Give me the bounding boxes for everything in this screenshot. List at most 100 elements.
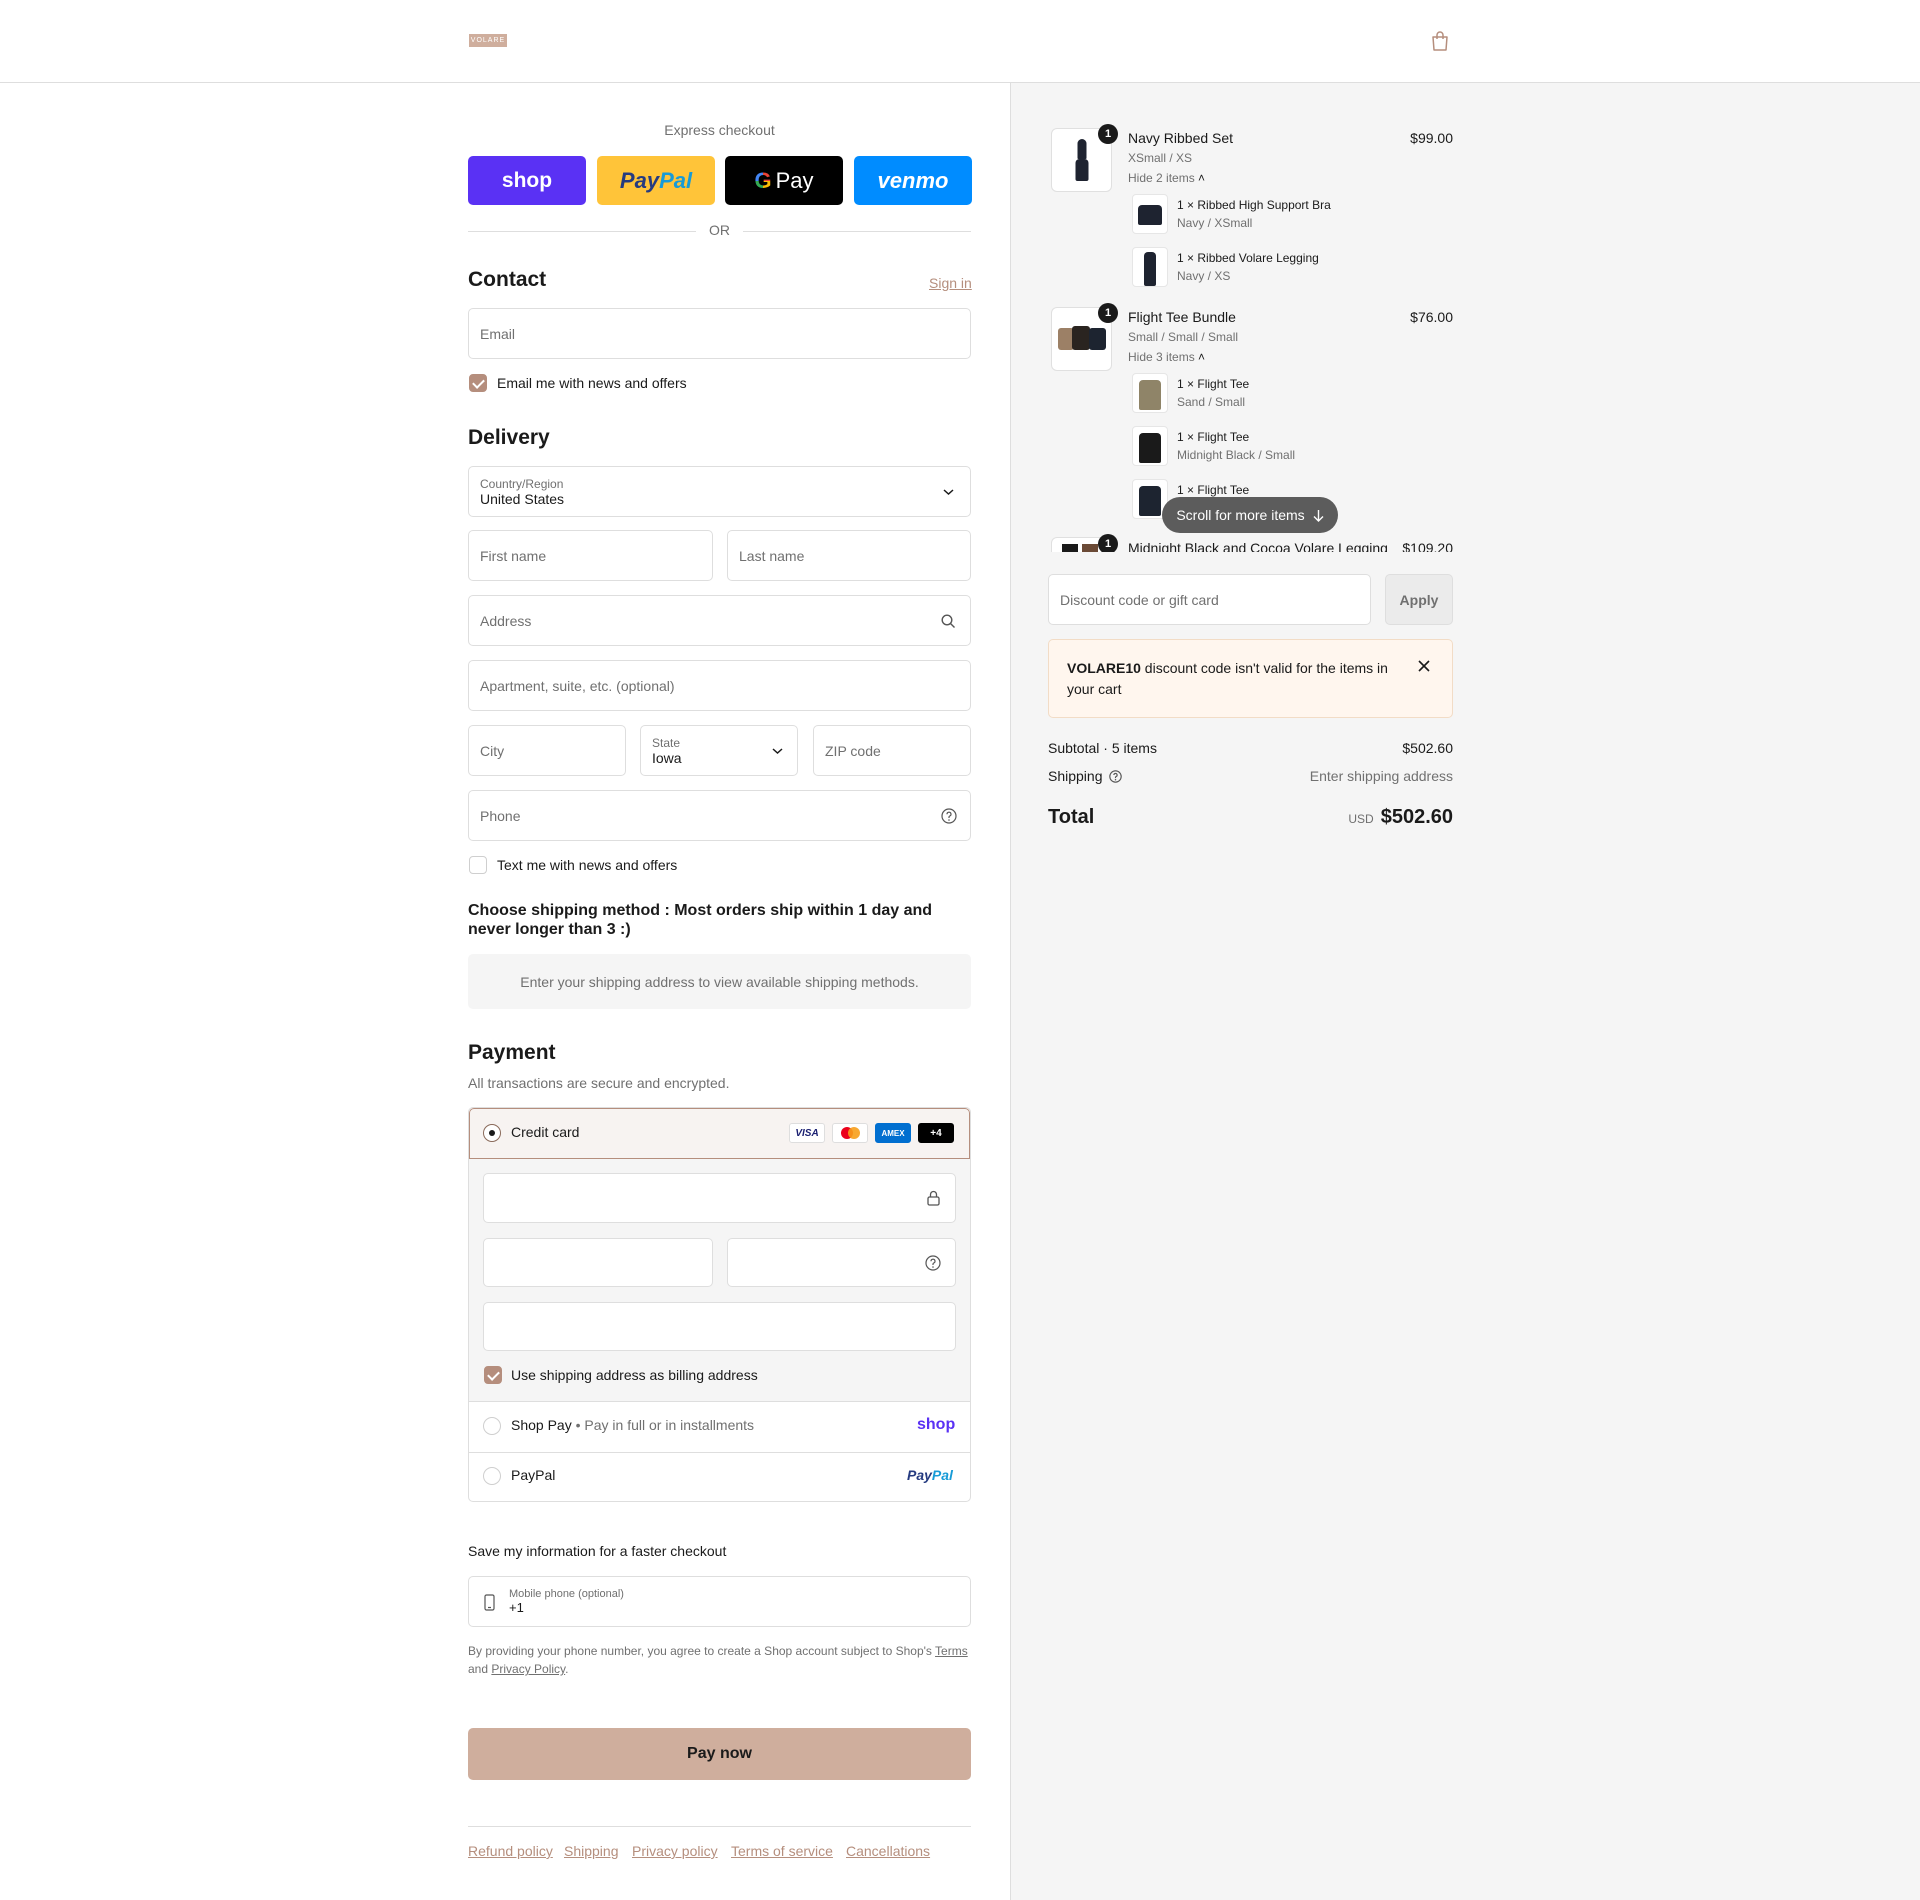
- lock-icon: [927, 1190, 940, 1206]
- help-circle-icon[interactable]: [1108, 769, 1122, 783]
- apartment-field[interactable]: Apartment, suite, etc. (optional): [468, 660, 971, 711]
- order-items-list[interactable]: 1 Navy Ribbed Set $99.00 XSmall / XS Hid…: [1048, 110, 1453, 552]
- card-name-field[interactable]: [483, 1302, 956, 1351]
- sub-item-variant: Navy / XSmall: [1177, 216, 1253, 230]
- chevron-up-icon: ˄: [1198, 350, 1206, 364]
- sub-item-thumbnail: [1132, 426, 1168, 466]
- first-name-field[interactable]: First name: [468, 530, 713, 581]
- state-select[interactable]: State Iowa: [640, 725, 798, 776]
- pay-now-button[interactable]: Pay now: [468, 1728, 971, 1780]
- shop-pay-express-button[interactable]: shop: [468, 156, 586, 205]
- item-price: $76.00: [1410, 309, 1453, 325]
- privacy-policy-link[interactable]: Privacy Policy: [491, 1662, 565, 1676]
- text-offers-checkbox[interactable]: [469, 856, 487, 874]
- email-field[interactable]: Email: [468, 308, 971, 359]
- phone-field[interactable]: Phone: [468, 790, 971, 841]
- item-price: $109.20: [1402, 540, 1453, 552]
- newsletter-label: Email me with news and offers: [497, 375, 687, 391]
- card-cvv-field[interactable]: [727, 1238, 956, 1287]
- venmo-logo: venmo: [877, 167, 949, 193]
- discount-code-field[interactable]: Discount code or gift card: [1048, 574, 1371, 625]
- subtotal-label: Subtotal · 5 items: [1048, 740, 1157, 756]
- quantity-badge: 1: [1098, 534, 1118, 552]
- chevron-up-icon: ˄: [1198, 171, 1206, 185]
- privacy-policy-footer-link[interactable]: Privacy policy: [632, 1843, 718, 1859]
- contact-heading: Contact: [468, 268, 547, 291]
- mobile-phone-field[interactable]: Mobile phone (optional) +1: [468, 1576, 971, 1627]
- search-icon: [941, 614, 955, 628]
- refund-policy-link[interactable]: Refund policy: [468, 1843, 553, 1859]
- sub-item-variant: Sand / Small: [1177, 395, 1246, 409]
- footer-divider: [468, 1826, 971, 1827]
- venmo-express-button[interactable]: venmo: [854, 156, 972, 205]
- item-name: Midnight Black and Cocoa Volare Legging: [1128, 540, 1388, 552]
- paypal-radio[interactable]: [483, 1467, 501, 1485]
- legal-text: By providing your phone number, you agre…: [468, 1644, 968, 1676]
- paypal-express-button[interactable]: PayPal: [597, 156, 715, 205]
- help-circle-icon[interactable]: [925, 1255, 941, 1271]
- express-checkout-title: Express checkout: [664, 122, 775, 138]
- shop-pay-radio[interactable]: [483, 1417, 501, 1435]
- address-field[interactable]: Address: [468, 595, 971, 646]
- paypal-logo: PayPal: [907, 1467, 953, 1483]
- header: VOLARE: [0, 0, 1920, 83]
- address-placeholder: Address: [480, 612, 532, 629]
- sign-in-link[interactable]: Sign in: [929, 275, 972, 291]
- mobile-phone-value: +1: [509, 1600, 524, 1615]
- visa-icon: VISA: [789, 1123, 825, 1143]
- shipping-value: Enter shipping address: [1309, 768, 1453, 784]
- apartment-placeholder: Apartment, suite, etc. (optional): [480, 677, 675, 694]
- last-name-placeholder: Last name: [739, 547, 805, 564]
- shipping-label: Shipping: [1048, 768, 1122, 784]
- payment-divider: [469, 1452, 970, 1453]
- sub-item-thumbnail: [1132, 194, 1168, 234]
- shipping-methods-notice: Enter your shipping address to view avai…: [468, 954, 971, 1009]
- save-info-heading: Save my information for a faster checkou…: [468, 1543, 727, 1559]
- billing-same-checkbox[interactable]: [484, 1366, 502, 1384]
- sub-item-variant: Navy / XS: [1177, 269, 1231, 283]
- subtotal-value: $502.60: [1402, 740, 1453, 756]
- city-placeholder: City: [480, 742, 505, 759]
- discount-error-message: VOLARE10 discount code isn't valid for t…: [1067, 660, 1388, 697]
- newsletter-checkbox[interactable]: [469, 374, 487, 392]
- shop-pay-option[interactable]: Shop Pay • Pay in full or in installment…: [511, 1417, 754, 1433]
- email-placeholder: Email: [480, 325, 516, 342]
- country-select[interactable]: Country/Region United States: [468, 466, 971, 517]
- last-name-field[interactable]: Last name: [727, 530, 971, 581]
- zip-field[interactable]: ZIP code: [813, 725, 971, 776]
- terms-link[interactable]: Terms: [935, 1644, 968, 1658]
- total-label: Total: [1048, 806, 1095, 828]
- scroll-more-items-button[interactable]: Scroll for more items: [1162, 497, 1338, 533]
- card-expiry-field[interactable]: [483, 1238, 713, 1287]
- paypal-logo: PayPal: [619, 167, 693, 193]
- city-field[interactable]: City: [468, 725, 626, 776]
- google-g-icon: G: [754, 167, 772, 193]
- state-label: State: [652, 735, 681, 750]
- item-name: Navy Ribbed Set: [1128, 130, 1234, 146]
- currency-code: USD: [1348, 812, 1374, 826]
- terms-of-service-link[interactable]: Terms of service: [731, 1843, 833, 1859]
- state-value: Iowa: [652, 749, 682, 766]
- apply-discount-button[interactable]: Apply: [1385, 574, 1453, 625]
- close-icon[interactable]: [1418, 660, 1430, 672]
- google-pay-express-button[interactable]: G Pay: [725, 156, 843, 205]
- paypal-option-label[interactable]: PayPal: [511, 1467, 555, 1483]
- zip-placeholder: ZIP code: [825, 742, 881, 759]
- help-circle-icon[interactable]: [941, 808, 957, 824]
- more-cards-badge: +4: [918, 1123, 954, 1143]
- hide-items-toggle[interactable]: Hide 2 items ˄: [1128, 171, 1205, 185]
- country-label: Country/Region: [480, 476, 564, 491]
- divider-left: [468, 231, 696, 232]
- or-divider-label: OR: [709, 222, 730, 238]
- card-number-field[interactable]: [483, 1173, 956, 1223]
- scroll-hint-label: Scroll for more items: [1176, 507, 1305, 523]
- credit-card-radio[interactable]: [483, 1124, 501, 1142]
- cancellations-link[interactable]: Cancellations: [846, 1843, 930, 1859]
- discount-error-banner: VOLARE10 discount code isn't valid for t…: [1048, 639, 1453, 718]
- shopping-bag-icon[interactable]: [1430, 30, 1450, 52]
- store-logo[interactable]: VOLARE: [469, 34, 507, 47]
- shipping-method-heading: Choose shipping method : Most orders shi…: [468, 902, 933, 938]
- divider-right: [743, 231, 971, 232]
- shipping-policy-link[interactable]: Shipping: [564, 1843, 619, 1859]
- hide-items-toggle[interactable]: Hide 3 items ˄: [1128, 350, 1205, 364]
